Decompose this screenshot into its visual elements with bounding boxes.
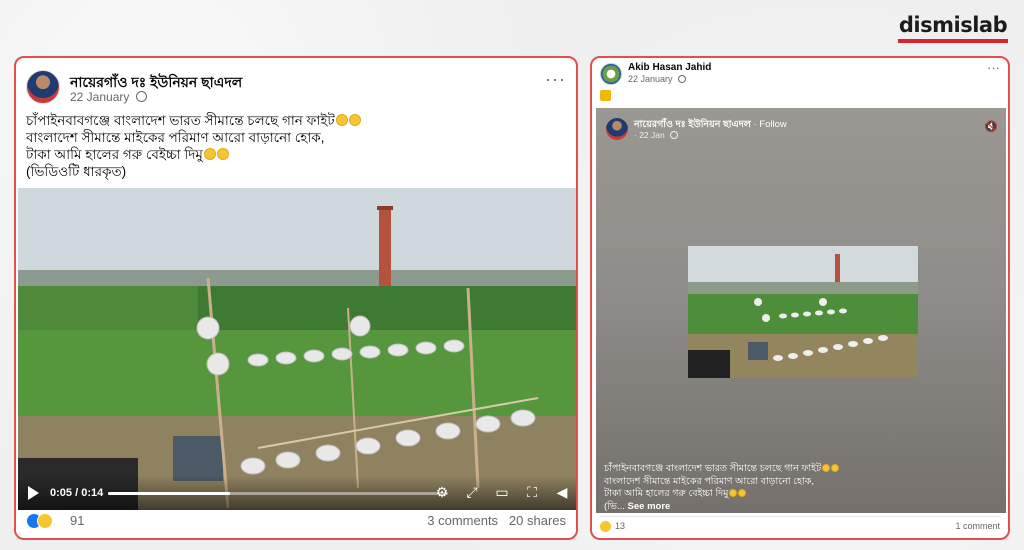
reel-caption-line: টাকা আমি হালের গরু বেইচ্চা দিমু xyxy=(604,488,998,501)
haha-icon xyxy=(37,512,53,529)
fullscreen-icon[interactable]: ⤢ xyxy=(464,484,480,501)
grin-emoji-icon xyxy=(203,148,216,160)
video-controls: 0:05 / 0:14 ⚙ ⤢ ▭ ⛶ ◀ xyxy=(18,476,576,510)
reel-caption-line: (ভি... See more xyxy=(604,500,671,512)
reel-page-avatar[interactable] xyxy=(606,118,628,140)
post-text-line: বাংলাদেশ সীমান্তে মাইকের পরিমাণ আরো বাড়… xyxy=(26,130,325,145)
post-text-line: চাঁপাইনবাবগঞ্জে বাংলাদেশ ভারত সীমান্তে চ… xyxy=(26,112,566,129)
comments-link[interactable]: 3 comments xyxy=(427,513,498,528)
video-time: 0:05 / 0:14 xyxy=(50,487,104,499)
post-text: চাঁপাইনবাবগঞ্জে বাংলাদেশ ভারত সীমান্তে চ… xyxy=(26,112,566,180)
more-horizontal-icon[interactable]: ··· xyxy=(987,61,1000,74)
post-date[interactable]: 22 January xyxy=(70,90,147,104)
reaction-icons[interactable] xyxy=(26,512,53,529)
globe-icon xyxy=(670,131,679,139)
shares-link[interactable]: 20 shares xyxy=(509,513,566,528)
reaction-count[interactable]: 13 xyxy=(615,521,625,531)
reel-date: · 22 Jan xyxy=(634,130,679,140)
post-date[interactable]: 22 January xyxy=(628,74,687,84)
grin-emoji-icon xyxy=(738,489,747,497)
grin-emoji-icon xyxy=(335,114,348,126)
video-frame xyxy=(18,188,576,510)
see-more-link[interactable]: See more xyxy=(628,501,671,512)
grin-emoji-icon xyxy=(348,114,361,126)
post-date-text: 22 January xyxy=(70,90,130,104)
grin-emoji-icon xyxy=(831,464,840,472)
post-text-line: (ভিডিওটি ধারকৃত) xyxy=(26,164,127,179)
reel-caption-line: বাংলাদেশ সীমান্তে মাইকের পরিমাণ আরো বাড়… xyxy=(604,475,815,487)
reel-video-scene xyxy=(688,246,918,378)
globe-icon xyxy=(135,91,147,102)
video-progress-bar[interactable] xyxy=(108,492,448,495)
logo-underline xyxy=(898,39,1008,43)
more-horizontal-icon[interactable]: ··· xyxy=(545,70,566,88)
comments-link[interactable]: 1 comment xyxy=(955,521,1000,531)
grin-emoji-icon xyxy=(729,489,738,497)
post-footer: 91 3 comments 20 shares xyxy=(26,510,566,532)
volume-icon[interactable]: ◀ xyxy=(554,484,570,501)
settings-icon[interactable]: ⚙ xyxy=(434,484,450,501)
video-control-icons: ⚙ ⤢ ▭ ⛶ ◀ xyxy=(434,484,570,501)
haha-icon[interactable] xyxy=(600,521,611,532)
post-text-line: টাকা আমি হালের গরু বেইচ্চা দিমু xyxy=(26,146,566,163)
expand-icon[interactable]: ⛶ xyxy=(524,484,540,501)
grin-emoji-icon xyxy=(822,464,831,472)
dismislab-logo: dismislab xyxy=(898,12,1008,43)
logo-text: dismislab xyxy=(898,13,1008,37)
post-date-text: 22 January xyxy=(628,74,673,84)
author-name[interactable]: Akib Hasan Jahid xyxy=(628,62,711,73)
reel-caption: চাঁপাইনবাবগঞ্জে বাংলাদেশ ভারত সীমান্তে চ… xyxy=(604,463,998,513)
video-player[interactable]: 0:05 / 0:14 ⚙ ⤢ ▭ ⛶ ◀ xyxy=(18,188,576,510)
globe-icon xyxy=(678,75,687,83)
mute-icon[interactable]: 🔇 xyxy=(984,120,998,133)
post-stats: 3 comments 20 shares xyxy=(427,513,566,528)
facebook-post-share: Akib Hasan Jahid 22 January ··· নায়েরগা… xyxy=(590,56,1010,540)
post-footer: 13 1 comment xyxy=(600,516,1000,534)
reaction-count[interactable]: 91 xyxy=(70,513,84,528)
grin-emoji-icon xyxy=(216,148,229,160)
reel-player[interactable]: নায়েরগাঁও দঃ ইউনিয়ন ছাএদল · Follow · 2… xyxy=(596,108,1006,513)
follow-link[interactable]: · Follow xyxy=(751,119,786,130)
reel-caption-line: চাঁপাইনবাবগঞ্জে বাংলাদেশ ভারত সীমান্তে চ… xyxy=(604,463,998,476)
shrug-emoji-icon xyxy=(600,90,611,101)
pip-icon[interactable]: ▭ xyxy=(494,484,510,501)
video-progress-fill xyxy=(108,492,231,495)
reel-video-frame xyxy=(688,246,918,378)
facebook-post-original: নায়েরগাঁও দঃ ইউনিয়ন ছাএদল 22 January ·… xyxy=(14,56,578,540)
play-icon[interactable] xyxy=(28,486,39,500)
page-avatar[interactable] xyxy=(26,70,60,104)
post-header: নায়েরগাঁও দঃ ইউনিয়ন ছাএদল 22 January ·… xyxy=(26,70,566,106)
author-avatar[interactable] xyxy=(600,63,622,85)
